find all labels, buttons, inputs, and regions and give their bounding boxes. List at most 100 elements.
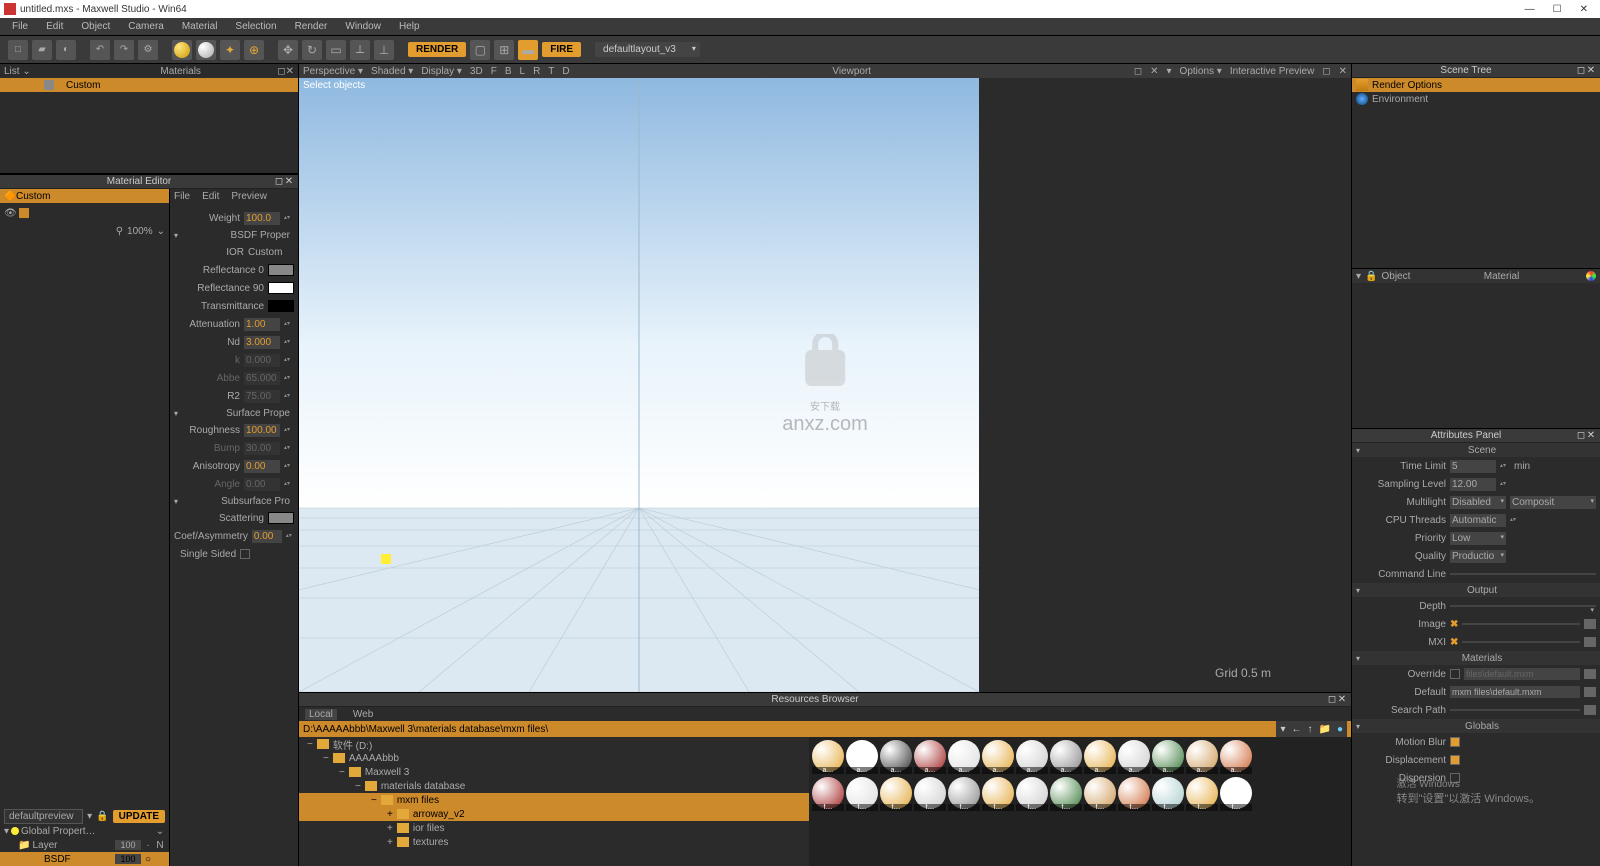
scale-icon[interactable]: ▭ xyxy=(326,40,346,60)
menu-window[interactable]: Window xyxy=(337,21,389,32)
material-thumbnail[interactable]: f… xyxy=(948,777,980,809)
popout-icon[interactable]: ◻ xyxy=(277,66,285,77)
material-item-custom[interactable]: Custom xyxy=(0,78,298,92)
flag-3d[interactable]: 3D xyxy=(470,66,483,77)
flag-d[interactable]: D xyxy=(562,66,569,77)
sampling-input[interactable]: 12.00 xyxy=(1450,478,1496,491)
menu-edit[interactable]: Edit xyxy=(38,21,71,32)
folder-tree-item[interactable]: −Maxwell 3 xyxy=(299,765,809,779)
collapse-icon[interactable]: ▾ xyxy=(1356,446,1368,455)
sun-gizmo[interactable] xyxy=(381,554,391,564)
popout-icon[interactable]: ◻ xyxy=(1134,66,1142,77)
back-icon[interactable]: ← xyxy=(1292,724,1302,735)
close-icon[interactable]: ✕ xyxy=(284,176,294,187)
options-select[interactable]: Options ▾ xyxy=(1180,66,1222,77)
material-thumbnail[interactable]: f… xyxy=(914,777,946,809)
flag-b[interactable]: B xyxy=(505,66,512,77)
fire-button[interactable]: FIRE xyxy=(542,42,581,57)
multi-icon[interactable]: ⊞ xyxy=(494,40,514,60)
anisotropy-input[interactable]: 0.00 xyxy=(244,460,280,473)
zoom-dropdown-icon[interactable]: ⌄ xyxy=(157,226,165,237)
maximize-button[interactable]: ☐ xyxy=(1553,4,1562,15)
material-thumbnail[interactable]: a… xyxy=(1050,740,1082,772)
lock-icon[interactable]: 🔒 xyxy=(96,811,108,822)
chevron-down-icon[interactable]: ▾ xyxy=(1280,724,1285,735)
folder-tree-item[interactable]: +ior files xyxy=(299,821,809,835)
display-select[interactable]: Display ▾ xyxy=(421,66,462,77)
menu-help[interactable]: Help xyxy=(391,21,428,32)
nd-input[interactable]: 3.000 xyxy=(244,336,280,349)
preview-scene-select[interactable]: defaultpreview xyxy=(4,809,83,824)
command-line-input[interactable] xyxy=(1450,573,1596,575)
cpu-threads-input[interactable]: Automatic xyxy=(1450,514,1506,527)
undo-icon[interactable]: ↶ xyxy=(90,40,110,60)
multilight-select[interactable]: Disabled xyxy=(1450,496,1506,509)
up-icon[interactable]: ↑ xyxy=(1308,724,1313,735)
lock-icon[interactable]: 🔒 xyxy=(1365,271,1377,282)
sun-icon[interactable] xyxy=(172,40,192,60)
layer-toggle-icon[interactable]: 👁 xyxy=(4,208,17,219)
folder-icon[interactable] xyxy=(1584,705,1596,715)
tree-global-properties[interactable]: ▾ Global Propert… ⌄ xyxy=(0,824,169,838)
weight-spinner[interactable]: ▴▾ xyxy=(284,215,294,221)
time-limit-input[interactable]: 5 xyxy=(1450,460,1496,473)
scene-environment[interactable]: Environment xyxy=(1352,92,1600,106)
save-icon[interactable]: ◐ xyxy=(56,40,76,60)
menu-camera[interactable]: Camera xyxy=(120,21,172,32)
folder-tree-item[interactable]: +textures xyxy=(299,835,809,849)
folder-tree-item[interactable]: −materials database xyxy=(299,779,809,793)
menu-selection[interactable]: Selection xyxy=(227,21,284,32)
material-thumbnail[interactable]: f… xyxy=(1050,777,1082,809)
close-icon[interactable]: ✕ xyxy=(1586,65,1596,76)
weight-input[interactable]: 100.0 xyxy=(244,212,280,225)
material-thumbnail[interactable]: f… xyxy=(812,777,844,809)
layout-select[interactable]: defaultlayout_v3 xyxy=(595,42,700,57)
single-icon[interactable]: ▬ xyxy=(518,40,538,60)
material-thumbnail[interactable]: a… xyxy=(1016,740,1048,772)
flag-t[interactable]: T xyxy=(548,66,554,77)
collapse-icon[interactable]: ▾ xyxy=(174,231,178,240)
rotate-icon[interactable]: ↻ xyxy=(302,40,322,60)
popout-icon[interactable]: ◻ xyxy=(1576,430,1586,441)
transmittance-swatch[interactable] xyxy=(268,300,294,312)
material-thumbnail[interactable]: a… xyxy=(1220,740,1252,772)
scattering-swatch[interactable] xyxy=(268,512,294,524)
tree-bsdf[interactable]: BSDF 100 ○ xyxy=(0,852,169,866)
material-thumbnail[interactable]: f… xyxy=(880,777,912,809)
emitter-icon[interactable]: ✦ xyxy=(220,40,240,60)
chevron-down-icon[interactable]: ▾ xyxy=(87,811,92,822)
ior-value[interactable]: Custom xyxy=(248,247,294,258)
material-thumbnail[interactable]: a… xyxy=(914,740,946,772)
material-thumbnail[interactable]: a… xyxy=(1118,740,1150,772)
open-icon[interactable]: ▰ xyxy=(32,40,52,60)
override-checkbox[interactable] xyxy=(1450,669,1460,679)
material-thumbnail[interactable]: f… xyxy=(1016,777,1048,809)
material-thumbnail[interactable]: f… xyxy=(982,777,1014,809)
move-icon[interactable]: ✥ xyxy=(278,40,298,60)
material-thumbnail[interactable]: f… xyxy=(1118,777,1150,809)
snap-grid-icon[interactable]: ⊥ xyxy=(374,40,394,60)
popout-icon[interactable]: ◻ xyxy=(274,176,284,187)
motion-blur-checkbox[interactable] xyxy=(1450,737,1460,747)
material-thumbnail[interactable]: f… xyxy=(1186,777,1218,809)
material-thumbnail[interactable]: f… xyxy=(1152,777,1184,809)
displacement-checkbox[interactable] xyxy=(1450,755,1460,765)
attenuation-input[interactable]: 1.00 xyxy=(244,318,280,331)
folder-icon[interactable] xyxy=(1584,637,1596,647)
me-menu-file[interactable]: File xyxy=(174,191,190,202)
popout-icon[interactable]: ◻ xyxy=(1322,66,1330,77)
composite-select[interactable]: Composit xyxy=(1510,496,1596,509)
material-thumbnail[interactable]: a… xyxy=(948,740,980,772)
material-thumbnail[interactable]: a… xyxy=(1152,740,1184,772)
material-thumbnail[interactable]: f… xyxy=(846,777,878,809)
override-path[interactable]: files\default.mxm xyxy=(1464,668,1580,680)
depth-select[interactable] xyxy=(1450,605,1596,607)
folder-icon[interactable] xyxy=(1584,687,1596,697)
material-thumbnail[interactable]: a… xyxy=(982,740,1014,772)
tree-layer[interactable]: 📁 Layer 100 · N xyxy=(0,838,169,852)
close-icon[interactable]: ✕ xyxy=(286,66,294,77)
close-icon[interactable]: ✕ xyxy=(1339,66,1347,77)
menu-render[interactable]: Render xyxy=(287,21,336,32)
render-button[interactable]: RENDER xyxy=(408,42,466,57)
ibl-icon[interactable]: ⊕ xyxy=(244,40,264,60)
